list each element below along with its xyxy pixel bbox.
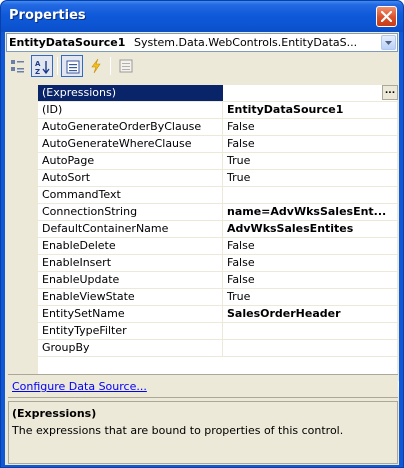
property-value[interactable]: True	[224, 289, 399, 305]
property-value[interactable]: True	[224, 170, 399, 186]
property-value[interactable]	[224, 187, 399, 203]
commands-pane: Configure Data Source...	[8, 374, 398, 398]
property-row[interactable]: EntityTypeFilter	[38, 323, 399, 340]
property-name[interactable]: EntityTypeFilter	[38, 323, 223, 339]
close-button[interactable]	[376, 6, 397, 27]
property-value[interactable]: False	[224, 238, 399, 254]
property-name[interactable]: EnableUpdate	[38, 272, 223, 288]
property-value[interactable]: name=AdvWksSalesEnt...	[224, 204, 399, 220]
property-name[interactable]: DefaultContainerName	[38, 221, 223, 237]
object-selector[interactable]: EntityDataSource1 System.Data.WebControl…	[6, 33, 398, 52]
alphabetical-button[interactable]: A Z	[31, 55, 53, 77]
property-name[interactable]: GroupBy	[38, 340, 223, 356]
object-name: EntityDataSource1	[9, 36, 126, 49]
description-text: The expressions that are bound to proper…	[12, 424, 344, 437]
toolbar-separator	[57, 57, 58, 75]
property-row[interactable]: EnableUpdate False	[38, 272, 399, 289]
window-title: Properties	[9, 8, 86, 23]
property-value[interactable]: EntityDataSource1	[224, 102, 399, 118]
property-name[interactable]: AutoGenerateWhereClause	[38, 136, 223, 152]
categorized-icon	[11, 60, 24, 73]
properties-icon	[66, 60, 80, 74]
property-value[interactable]	[224, 340, 399, 356]
properties-window: Properties EntityDataSource1 System.Data…	[0, 0, 404, 468]
property-row[interactable]: AutoGenerateOrderByClause False	[38, 119, 399, 136]
property-name[interactable]: (Expressions)	[38, 85, 223, 101]
properties-button[interactable]	[61, 55, 83, 77]
property-value[interactable]: True	[224, 153, 399, 169]
property-value[interactable]: False	[224, 136, 399, 152]
property-pages-button[interactable]	[115, 55, 137, 77]
property-value[interactable]	[224, 85, 399, 101]
property-row[interactable]: (Expressions)...	[38, 85, 399, 102]
properties-client: EntityDataSource1 System.Data.WebControl…	[5, 32, 399, 465]
object-type: System.Data.WebControls.EntityDataS...	[134, 36, 358, 49]
property-row[interactable]: AutoPage True	[38, 153, 399, 170]
property-value[interactable]: False	[224, 272, 399, 288]
properties-toolbar: A Z	[5, 53, 399, 79]
property-value[interactable]: SalesOrderHeader	[224, 306, 399, 322]
description-pane: (Expressions) The expressions that are b…	[8, 401, 398, 464]
object-selector-dropdown[interactable]	[381, 35, 396, 50]
property-name[interactable]: EntitySetName	[38, 306, 223, 322]
description-title: (Expressions)	[12, 407, 97, 420]
property-name[interactable]: EnableViewState	[38, 289, 223, 305]
property-row[interactable]: EnableDelete False	[38, 238, 399, 255]
property-row[interactable]: EnableViewState True	[38, 289, 399, 306]
configure-data-source-link[interactable]: Configure Data Source...	[12, 380, 147, 393]
property-value[interactable]	[224, 323, 399, 339]
ellipsis-button[interactable]: ...	[382, 85, 398, 100]
title-bar[interactable]: Properties	[1, 1, 403, 32]
property-name[interactable]: AutoSort	[38, 170, 223, 186]
property-value[interactable]: False	[224, 255, 399, 271]
property-name[interactable]: AutoPage	[38, 153, 223, 169]
property-name[interactable]: AutoGenerateOrderByClause	[38, 119, 223, 135]
property-row[interactable]: AutoSort True	[38, 170, 399, 187]
property-name[interactable]: ConnectionString	[38, 204, 223, 220]
svg-text:A: A	[35, 60, 41, 68]
property-row[interactable]: EntitySetName SalesOrderHeader	[38, 306, 399, 323]
toolbar-separator	[110, 57, 111, 75]
property-value[interactable]: False	[224, 119, 399, 135]
close-icon	[381, 11, 392, 22]
svg-text:Z: Z	[35, 68, 40, 75]
property-row[interactable]: EnableInsert False	[38, 255, 399, 272]
property-name[interactable]: EnableInsert	[38, 255, 223, 271]
property-grid: (Expressions)... (ID) EntityDataSource1 Aut…	[8, 84, 399, 397]
property-row[interactable]: (ID) EntityDataSource1	[38, 102, 399, 119]
alphabetical-icon: A Z	[35, 60, 50, 75]
chevron-down-icon	[385, 41, 392, 45]
property-value[interactable]: AdvWksSalesEntites	[224, 221, 399, 237]
property-row[interactable]: GroupBy	[38, 340, 399, 357]
property-row[interactable]: CommandText	[38, 187, 399, 204]
property-row[interactable]: AutoGenerateWhereClause False	[38, 136, 399, 153]
property-name[interactable]: CommandText	[38, 187, 223, 203]
events-icon	[91, 58, 101, 74]
property-name[interactable]: (ID)	[38, 102, 223, 118]
categorized-button[interactable]	[7, 55, 29, 77]
property-row[interactable]: ConnectionString name=AdvWksSalesEnt...	[38, 204, 399, 221]
property-grid-margin	[9, 85, 38, 397]
events-button[interactable]	[85, 55, 107, 77]
property-name[interactable]: EnableDelete	[38, 238, 223, 254]
property-pages-icon	[119, 59, 133, 73]
property-row[interactable]: DefaultContainerName AdvWksSalesEntites	[38, 221, 399, 238]
